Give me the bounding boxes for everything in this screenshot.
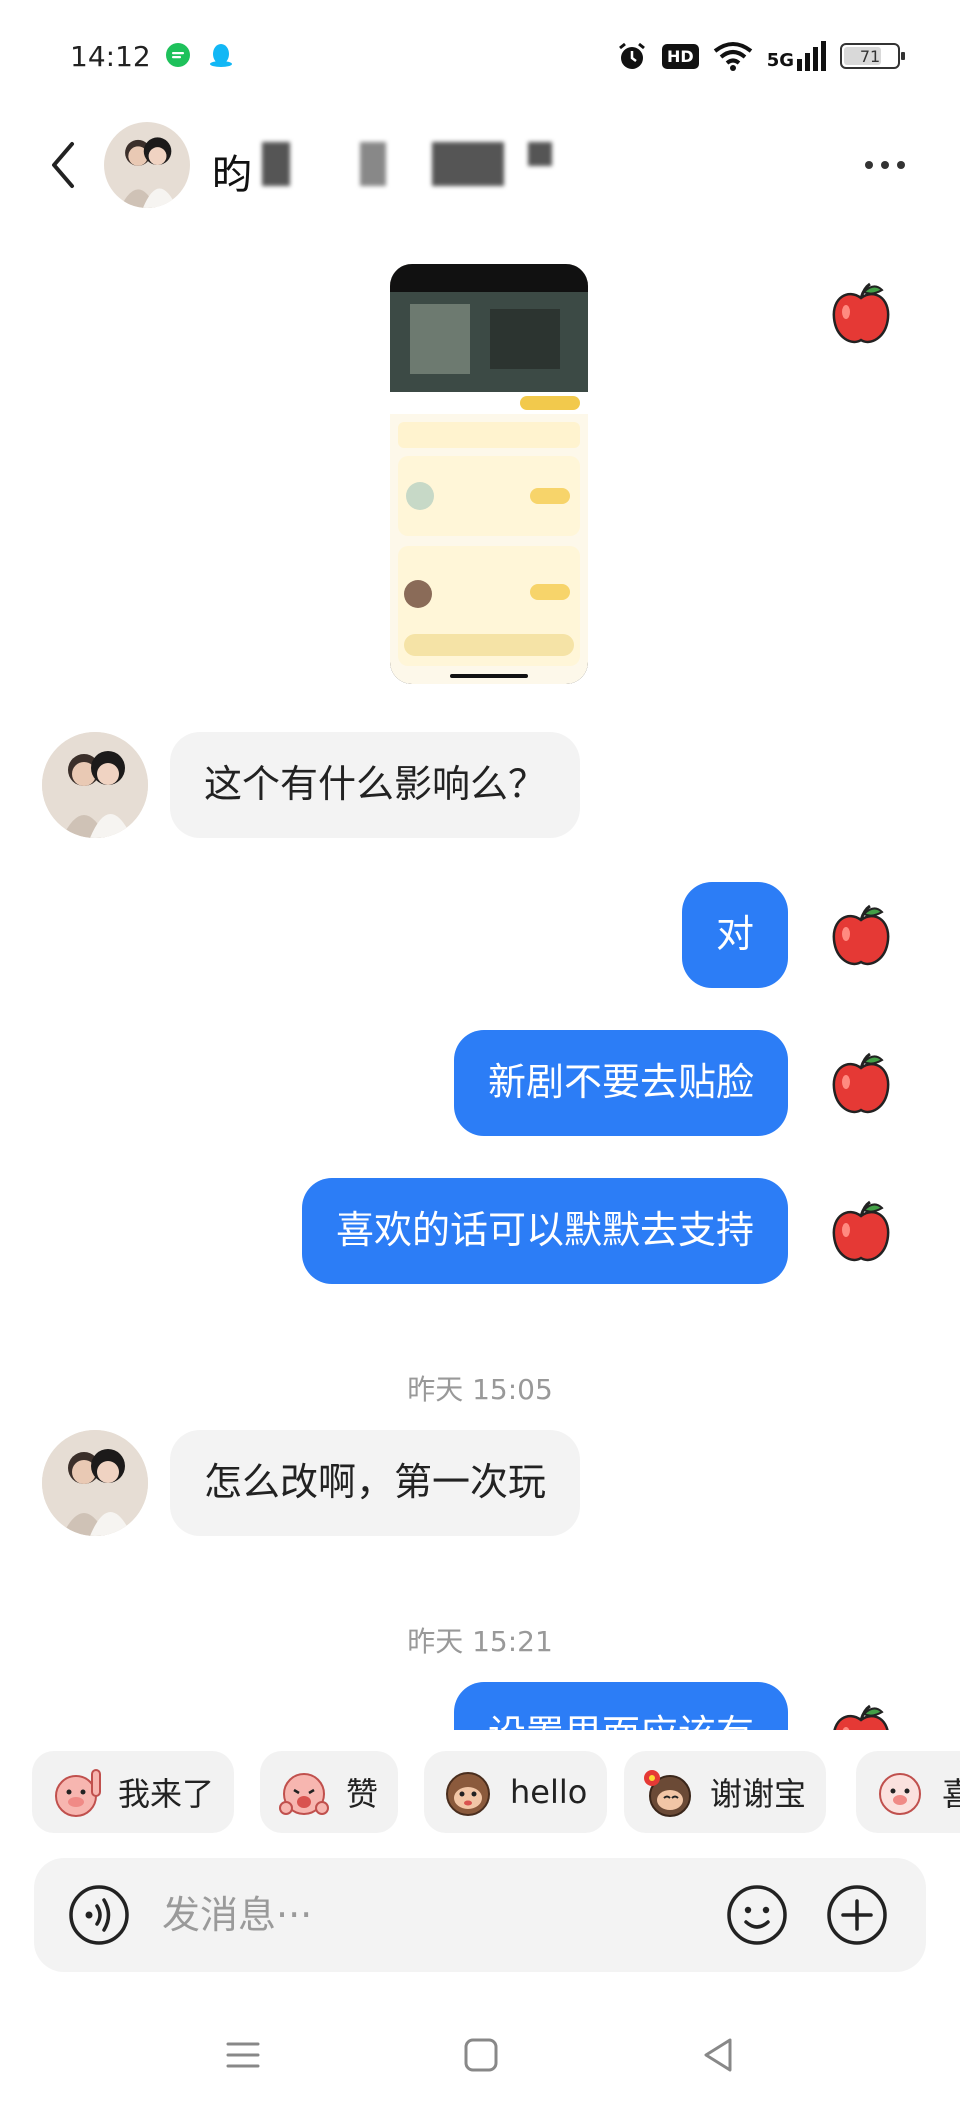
chat-header: 昀 xyxy=(0,110,960,220)
battery-icon: 71 xyxy=(840,43,905,69)
plus-icon[interactable] xyxy=(826,1884,888,1946)
network-type: 5G xyxy=(766,50,794,71)
my-avatar-apple[interactable] xyxy=(826,1198,896,1268)
message-bubble-outgoing[interactable]: 新剧不要去贴脸 xyxy=(453,1030,788,1136)
contact-avatar[interactable] xyxy=(42,732,148,838)
quick-reply-xi[interactable]: 喜 xyxy=(856,1751,960,1833)
alarm-icon xyxy=(619,42,645,69)
back-triangle-icon[interactable] xyxy=(694,2030,744,2080)
message-bubble-outgoing[interactable]: 喜欢的话可以默默去支持 xyxy=(301,1178,788,1284)
quick-reply-xiexiebao[interactable]: 谢谢宝 xyxy=(624,1751,827,1833)
more-dot-icon xyxy=(865,161,873,169)
message-input[interactable] xyxy=(162,1882,722,1948)
chevron-left-icon xyxy=(52,142,74,188)
my-avatar-apple[interactable] xyxy=(826,902,896,972)
quick-reply-label: 我来了 xyxy=(118,1775,215,1813)
quick-reply-zan[interactable]: 赞 xyxy=(260,1751,399,1833)
chat-message-list[interactable]: 这个有什么影响么？ 对 新剧不要去贴脸 喜欢的话可以默默去支持 昨天 15:05… xyxy=(0,220,960,1730)
message-row-incoming: 怎么改啊，第一次玩 xyxy=(0,1430,960,1540)
status-bar: 14:12 HD 5G 71 xyxy=(0,0,960,110)
cheering-pig-sticker-icon xyxy=(279,1773,329,1815)
message-bubble-outgoing[interactable]: 对 xyxy=(681,882,788,988)
quick-reply-wolaile[interactable]: 我来了 xyxy=(32,1751,235,1833)
hello-monkey-sticker-icon xyxy=(446,1772,490,1816)
flower-girl-sticker-icon xyxy=(644,1770,691,1817)
signal-icon: 5G xyxy=(767,41,826,71)
wifi-icon xyxy=(713,42,752,71)
message-timestamp: 昨天 15:05 xyxy=(407,1373,553,1406)
name-redaction xyxy=(360,142,386,186)
name-redaction xyxy=(528,142,552,166)
name-redaction xyxy=(262,142,290,186)
more-options-button[interactable] xyxy=(850,145,920,185)
my-avatar-apple[interactable] xyxy=(826,1050,896,1120)
menu-icon[interactable] xyxy=(218,2030,268,2080)
contact-avatar[interactable] xyxy=(104,122,190,208)
message-row-outgoing: 新剧不要去贴脸 xyxy=(0,1030,960,1140)
my-avatar-apple[interactable] xyxy=(826,1702,896,1730)
status-icons: HD 5G 71 xyxy=(616,36,905,76)
contact-avatar[interactable] xyxy=(42,1430,148,1536)
quick-reply-bar[interactable]: 我来了 赞 hello 谢谢宝 喜 xyxy=(0,1745,960,1835)
quick-reply-label: 喜 xyxy=(942,1775,960,1813)
message-bubble-outgoing[interactable]: 设置里面应该有 xyxy=(453,1682,788,1730)
quick-reply-label: 赞 xyxy=(346,1775,379,1813)
system-navigation-bar xyxy=(0,2000,960,2111)
message-row-outgoing: 对 xyxy=(0,882,960,992)
message-bubble-incoming[interactable]: 这个有什么影响么？ xyxy=(170,732,581,838)
status-time: 14:12 xyxy=(70,40,151,73)
message-timestamp: 昨天 15:21 xyxy=(407,1625,553,1658)
quick-reply-hello[interactable]: hello xyxy=(424,1751,608,1833)
contact-name[interactable]: 昀 xyxy=(212,142,252,200)
emoji-icon[interactable] xyxy=(726,1884,788,1946)
quick-reply-label: 谢谢宝 xyxy=(710,1775,807,1813)
qq-notification-icon xyxy=(210,44,232,67)
message-row-outgoing: 设置里面应该有 xyxy=(0,1682,960,1730)
voice-input-icon[interactable] xyxy=(68,1884,130,1946)
back-button[interactable] xyxy=(38,135,88,195)
message-row-incoming: 这个有什么影响么？ xyxy=(0,732,960,842)
home-icon[interactable] xyxy=(456,2030,506,2080)
message-row-outgoing: 喜欢的话可以默默去支持 xyxy=(0,1178,960,1288)
shared-screenshot-image[interactable] xyxy=(390,264,588,684)
hd-badge: HD xyxy=(662,43,699,69)
message-row-image xyxy=(0,264,960,684)
waving-pig-sticker-icon xyxy=(55,1769,101,1817)
battery-level: 71 xyxy=(859,46,881,66)
message-input-bar xyxy=(34,1858,926,1972)
name-redaction xyxy=(432,142,504,186)
message-bubble-incoming[interactable]: 怎么改啊，第一次玩 xyxy=(170,1430,581,1536)
my-avatar-apple[interactable] xyxy=(826,280,896,350)
pig-sticker-icon xyxy=(879,1773,921,1815)
quick-reply-label: hello xyxy=(510,1773,588,1811)
wechat-notification-icon xyxy=(166,43,190,67)
